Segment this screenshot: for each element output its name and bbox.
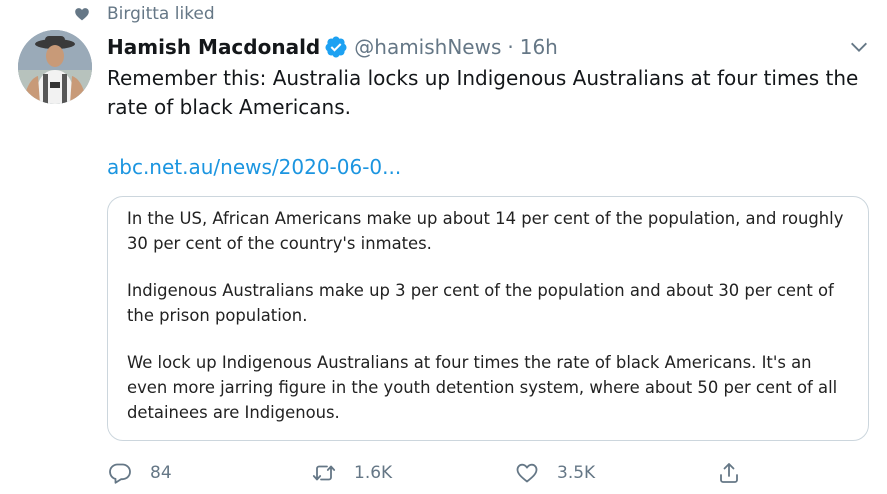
- like-count: 3.5K: [557, 463, 596, 483]
- avatar-image: [18, 30, 92, 104]
- reply-icon: [109, 463, 131, 484]
- retweet-icon: [312, 465, 336, 481]
- reply-count: 84: [150, 463, 172, 483]
- author-handle[interactable]: @hamishNews: [354, 35, 501, 59]
- tweet-timestamp[interactable]: 16h: [520, 35, 558, 59]
- like-button[interactable]: 3.5K: [515, 456, 595, 490]
- card-paragraph: In the US, African Americans make up abo…: [127, 209, 844, 253]
- chevron-down-icon[interactable]: [848, 36, 870, 58]
- reply-button[interactable]: 84: [108, 456, 172, 490]
- share-button[interactable]: [717, 456, 759, 490]
- author-name[interactable]: Hamish Macdonald: [107, 35, 320, 59]
- social-context: Birgitta liked: [74, 3, 215, 25]
- tweet-header: Hamish Macdonald @hamishNews · 16h: [107, 33, 558, 61]
- retweet-button[interactable]: 1.6K: [312, 456, 392, 490]
- share-icon: [720, 463, 738, 483]
- tweet[interactable]: Birgitta liked Hamish Macdonald @hamishN…: [0, 0, 887, 494]
- link-card[interactable]: In the US, African Americans make up abo…: [107, 196, 869, 441]
- tweet-link[interactable]: abc.net.au/news/2020-06-0...: [107, 153, 401, 182]
- tweet-text: Remember this: Australia locks up Indige…: [107, 66, 859, 119]
- card-paragraph: We lock up Indigenous Australians at fou…: [127, 353, 838, 422]
- verified-badge-icon: [325, 36, 347, 58]
- social-context-text: Birgitta liked: [107, 4, 215, 24]
- tweet-actions: 84 1.6K 3.5K: [0, 456, 887, 490]
- card-paragraph: Indigenous Australians make up 3 per cen…: [127, 281, 834, 325]
- heart-icon: [75, 8, 89, 21]
- separator-dot: ·: [507, 35, 514, 59]
- retweet-count: 1.6K: [354, 463, 393, 483]
- like-icon: [516, 463, 538, 483]
- avatar[interactable]: [18, 30, 92, 104]
